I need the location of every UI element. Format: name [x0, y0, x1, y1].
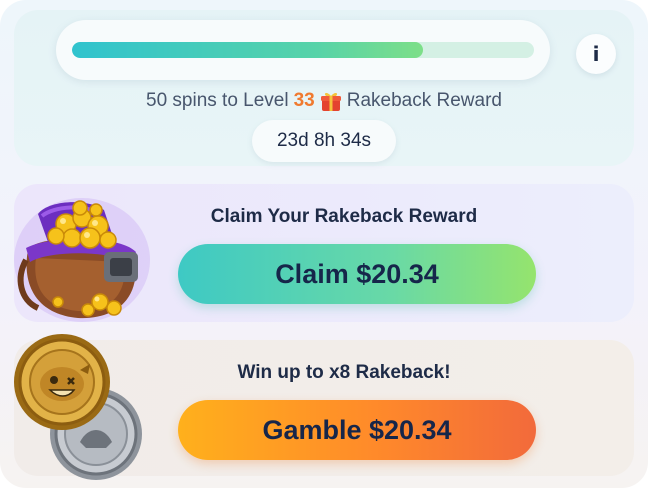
info-button[interactable]: i [576, 34, 616, 74]
gamble-button[interactable]: Gamble $20.34 [178, 400, 536, 460]
gamble-heading: Win up to x8 Rakeback! [237, 362, 451, 383]
progress-bar-container [56, 20, 550, 80]
spins-text: 50 spins to Level [146, 90, 289, 111]
progress-track [72, 42, 534, 58]
gift-icon [320, 92, 341, 111]
level-progress-card: i 50 spins to Level 33 Rakeback Reward 2… [14, 10, 634, 166]
claim-heading: Claim Your Rakeback Reward [210, 206, 478, 227]
spins-to-level-text: 50 spins to Level 33 Rakeback Reward [14, 88, 634, 114]
progress-fill [72, 42, 424, 58]
reward-text: Rakeback Reward [346, 90, 502, 111]
level-number: 33 [293, 90, 315, 111]
rakeback-panel: i 50 spins to Level 33 Rakeback Reward 2… [0, 0, 648, 488]
claim-button[interactable]: Claim $20.34 [178, 244, 536, 304]
coins-icon [14, 334, 142, 480]
info-icon: i [592, 42, 600, 66]
treasure-bag-icon [14, 198, 150, 322]
countdown-timer: 23d 8h 34s [252, 120, 396, 162]
